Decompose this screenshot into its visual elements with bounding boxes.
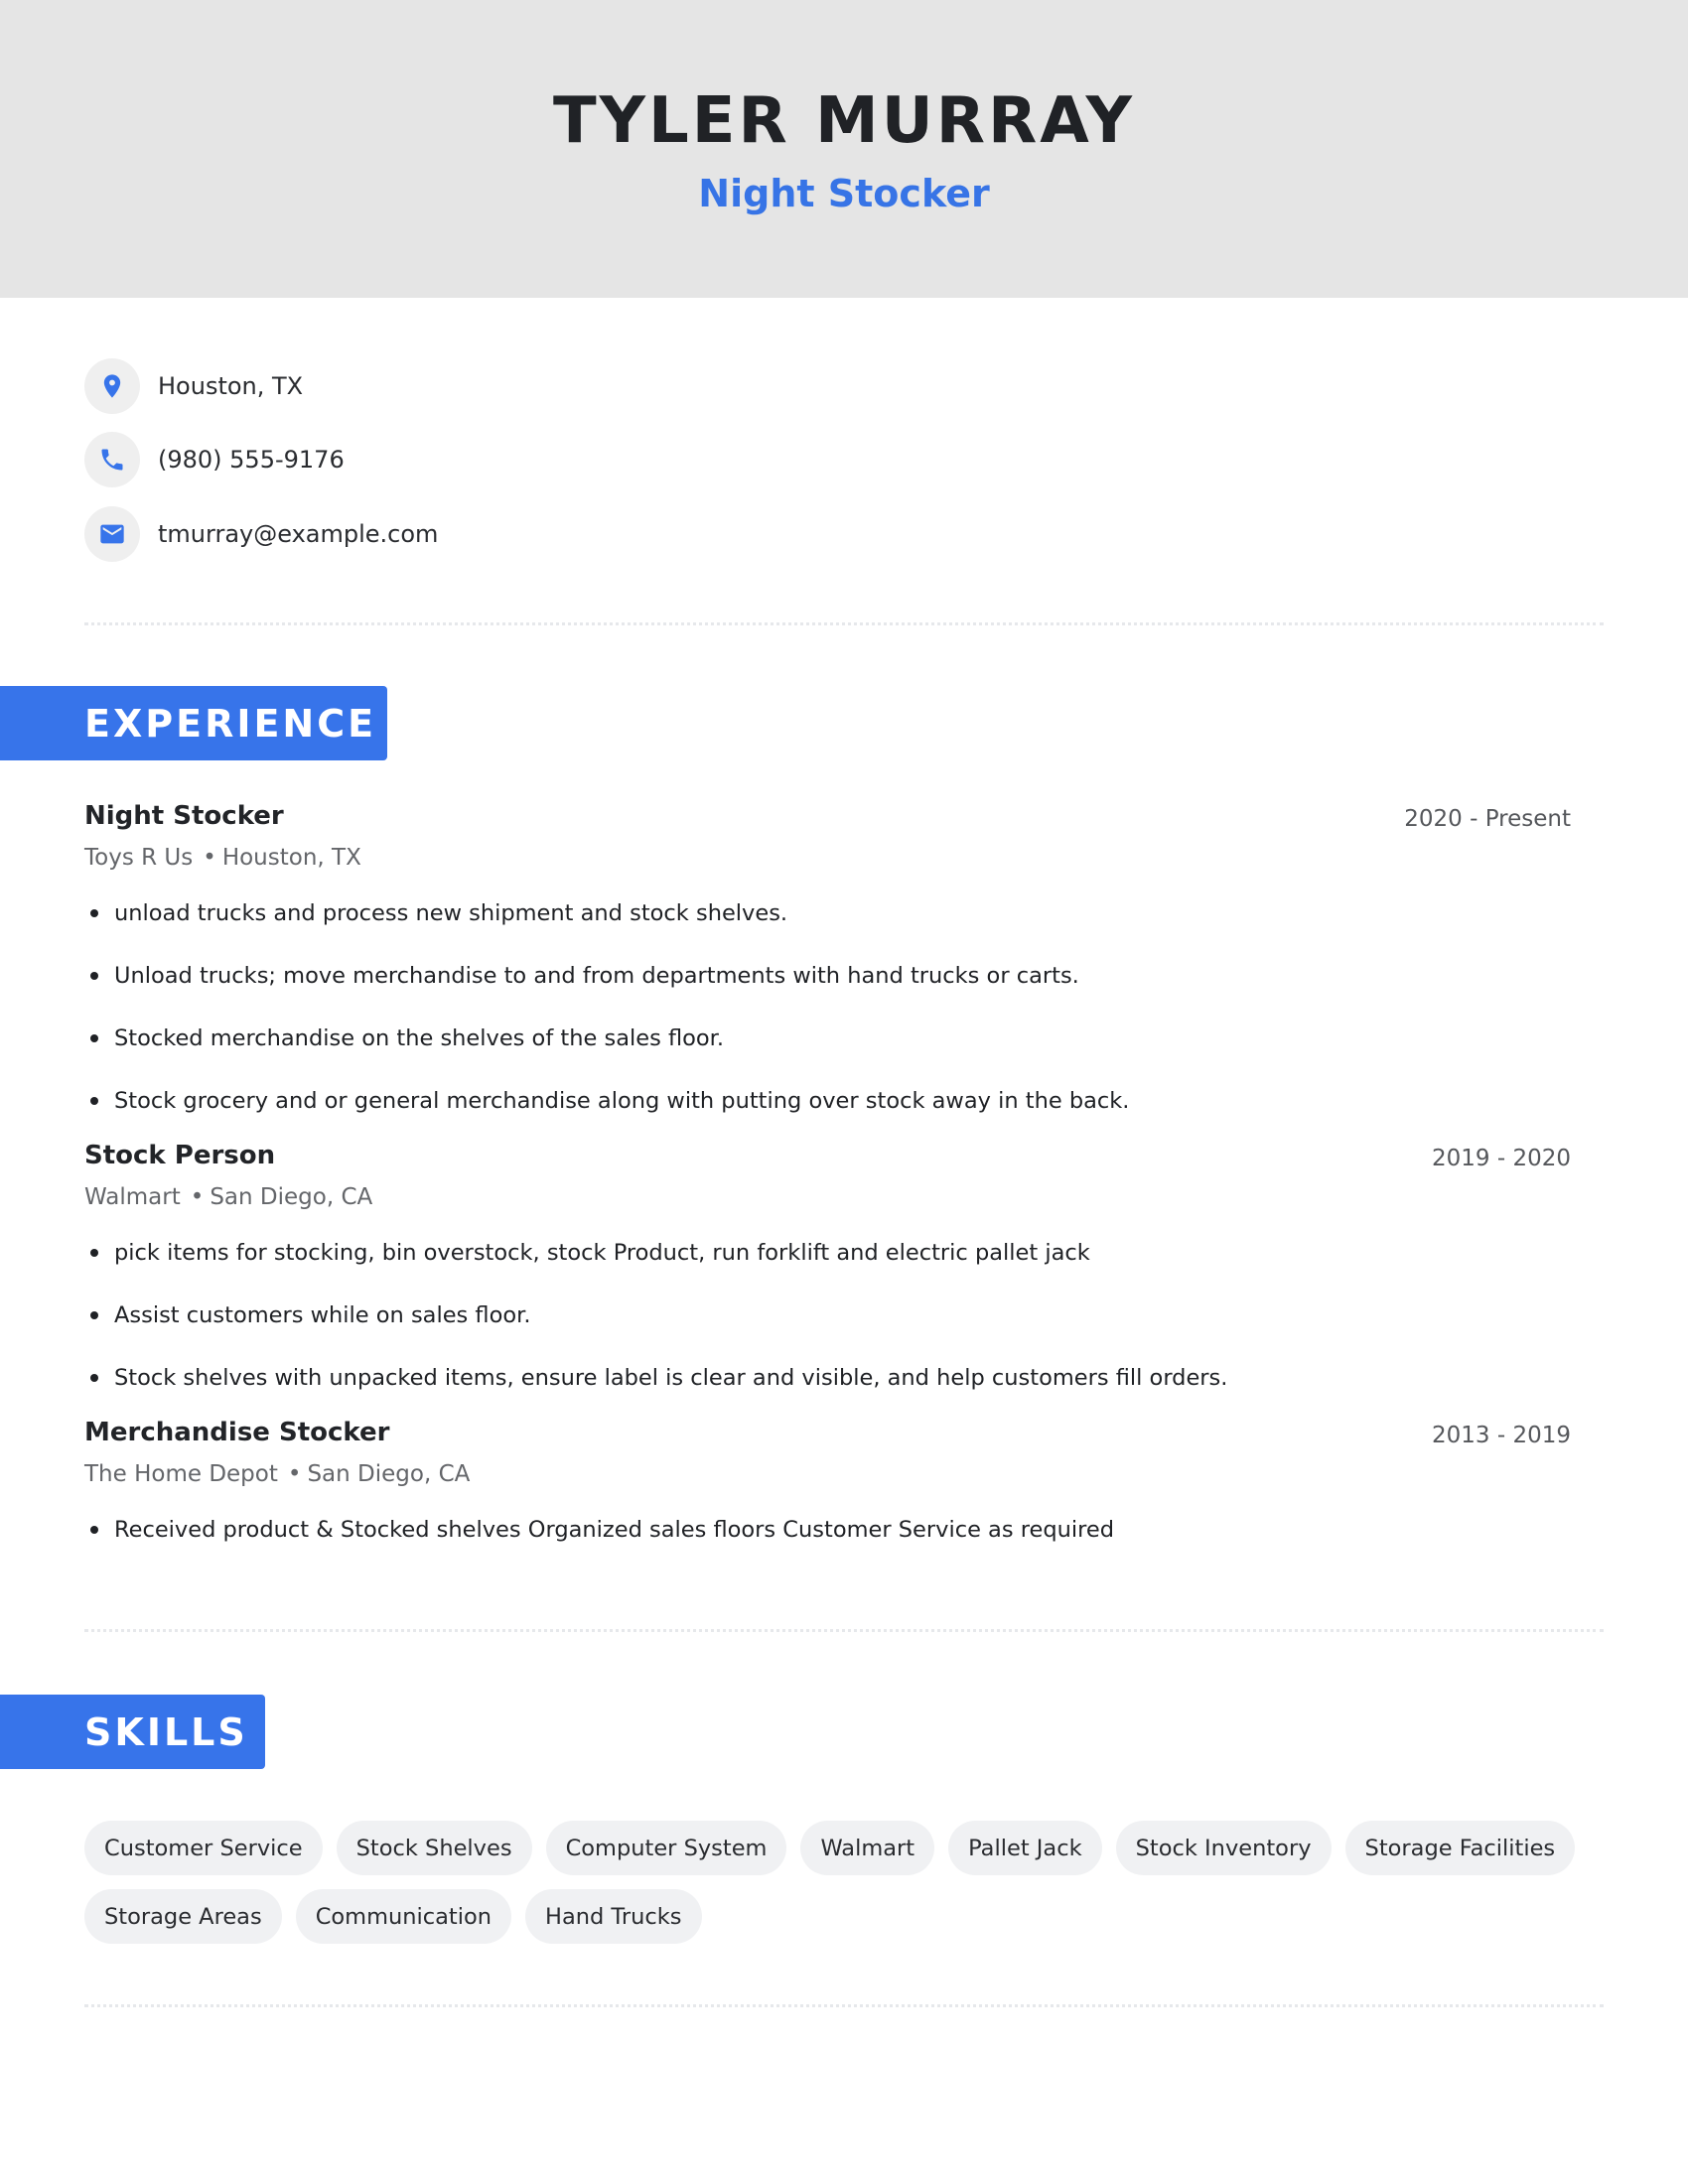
bullet-dot-icon	[90, 1526, 98, 1534]
bullet-dot-icon	[90, 1311, 98, 1319]
bullet-dot-icon	[90, 1097, 98, 1105]
job-bullet: Unload trucks; move merchandise to and f…	[84, 960, 1079, 992]
section-divider	[84, 622, 1604, 625]
section-divider	[84, 2004, 1604, 2007]
job-title: Merchandise Stocker	[84, 1418, 390, 1447]
job-bullet: Stocked merchandise on the shelves of th…	[84, 1023, 724, 1054]
job-company-location: The Home Depot • San Diego, CA	[84, 1458, 470, 1490]
skill-pill: Computer System	[545, 1821, 787, 1875]
section-divider	[84, 1629, 1604, 1632]
candidate-title: Night Stocker	[698, 172, 990, 215]
job-dates: 2019 - 2020	[1432, 1146, 1571, 1171]
job-title: Night Stocker	[84, 801, 284, 831]
bullet-text: Stock shelves with unpacked items, ensur…	[114, 1365, 1228, 1391]
job-bullet: Stock shelves with unpacked items, ensur…	[84, 1362, 1227, 1394]
skill-pill: Customer Service	[84, 1821, 323, 1875]
job-bullet: pick items for stocking, bin overstock, …	[84, 1237, 1090, 1269]
skill-pill: Walmart	[800, 1821, 935, 1875]
skills-heading: SKILLS	[84, 1709, 248, 1754]
bullet-dot-icon	[90, 1034, 98, 1042]
bullet-text: unload trucks and process new shipment a…	[114, 900, 788, 926]
job-bullet: unload trucks and process new shipment a…	[84, 897, 787, 929]
bullet-dot-icon	[90, 909, 98, 917]
candidate-name: TYLER MURRAY	[552, 84, 1136, 158]
skill-pill: Storage Areas	[84, 1889, 282, 1944]
contact-email-text[interactable]: tmurray@example.com	[158, 520, 438, 548]
bullet-text: Received product & Stocked shelves Organ…	[114, 1517, 1114, 1543]
job-bullet: Stock grocery and or general merchandise…	[84, 1085, 1129, 1117]
job-company: Walmart	[84, 1184, 181, 1210]
separator-dot: •	[190, 1184, 205, 1210]
job-dates: 2020 - Present	[1404, 806, 1571, 832]
resume-header: TYLER MURRAY Night Stocker	[0, 0, 1688, 298]
job-location: San Diego, CA	[307, 1461, 471, 1487]
skill-pill: Stock Shelves	[336, 1821, 532, 1875]
bullet-text: Unload trucks; move merchandise to and f…	[114, 963, 1079, 989]
bullet-text: Stock grocery and or general merchandise…	[114, 1088, 1130, 1114]
skill-pill: Hand Trucks	[525, 1889, 702, 1944]
contact-email: tmurray@example.com	[84, 506, 438, 562]
job-bullet: Assist customers while on sales floor.	[84, 1299, 530, 1331]
bullet-text: Stocked merchandise on the shelves of th…	[114, 1025, 724, 1051]
job-company: The Home Depot	[84, 1461, 278, 1487]
bullet-text: pick items for stocking, bin overstock, …	[114, 1240, 1090, 1266]
job-title: Stock Person	[84, 1141, 276, 1170]
contact-location: Houston, TX	[84, 358, 303, 414]
skills-heading-bar: SKILLS	[0, 1695, 265, 1769]
job-bullet: Received product & Stocked shelves Organ…	[84, 1514, 1114, 1546]
phone-icon	[84, 432, 140, 487]
separator-dot: •	[287, 1461, 302, 1487]
experience-heading: EXPERIENCE	[84, 701, 377, 746]
job-location: Houston, TX	[221, 845, 361, 871]
contact-phone: (980) 555-9176	[84, 432, 345, 487]
separator-dot: •	[203, 845, 216, 871]
skills-list: Customer Service Stock Shelves Computer …	[84, 1821, 1614, 1944]
skill-pill: Pallet Jack	[948, 1821, 1102, 1875]
bullet-dot-icon	[90, 1374, 98, 1382]
bullet-text: Assist customers while on sales floor.	[114, 1302, 531, 1328]
email-icon	[84, 506, 140, 562]
skill-pill: Storage Facilities	[1344, 1821, 1576, 1875]
job-company-location: Toys R Us • Houston, TX	[84, 842, 361, 874]
job-company-location: Walmart • San Diego, CA	[84, 1181, 372, 1213]
skill-pill: Communication	[295, 1889, 512, 1944]
job-company: Toys R Us	[84, 845, 194, 871]
experience-heading-bar: EXPERIENCE	[0, 686, 387, 760]
skill-pill: Stock Inventory	[1115, 1821, 1332, 1875]
job-location: San Diego, CA	[210, 1184, 373, 1210]
bullet-dot-icon	[90, 972, 98, 980]
location-pin-icon	[84, 358, 140, 414]
contact-phone-text: (980) 555-9176	[158, 446, 345, 474]
job-dates: 2013 - 2019	[1432, 1423, 1571, 1448]
contact-location-text: Houston, TX	[158, 372, 304, 400]
bullet-dot-icon	[90, 1249, 98, 1257]
